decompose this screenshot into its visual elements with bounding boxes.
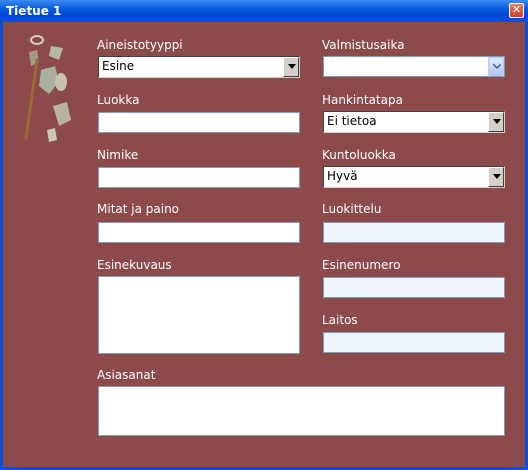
nimike-input[interactable] <box>98 167 300 188</box>
record-window: Tietue 1 ✕ Aineistotyyppi Esine Luokka N… <box>0 0 528 470</box>
luokittelu-input[interactable] <box>323 222 505 243</box>
close-button[interactable]: ✕ <box>509 3 524 18</box>
aineistotyyppi-dropdown-button[interactable] <box>283 57 299 77</box>
nimike-label: Nimike <box>97 148 139 162</box>
valmistusaika-label: Valmistusaika <box>322 38 405 52</box>
mitat-label: Mitat ja paino <box>97 202 180 216</box>
hankintatapa-select[interactable]: Ei tietoa <box>323 111 505 133</box>
esinekuvaus-label: Esinekuvaus <box>97 258 172 272</box>
title-bar[interactable]: Tietue 1 ✕ <box>0 0 528 22</box>
asiasanat-label: Asiasanat <box>97 368 156 382</box>
hankintatapa-value: Ei tietoa <box>327 114 377 128</box>
valmistusaika-select[interactable] <box>323 56 505 77</box>
close-icon: ✕ <box>511 3 522 16</box>
chevron-down-icon <box>493 64 501 69</box>
kuntoluokka-dropdown-button[interactable] <box>488 167 504 187</box>
laitos-input[interactable] <box>323 332 505 353</box>
chevron-down-icon <box>493 174 501 179</box>
window-title: Tietue 1 <box>6 4 62 18</box>
hankintatapa-dropdown-button[interactable] <box>488 112 504 132</box>
artifacts-illustration-icon <box>24 35 71 142</box>
esinenumero-input[interactable] <box>323 277 505 298</box>
chevron-down-icon <box>288 64 296 69</box>
luokka-label: Luokka <box>97 93 140 107</box>
luokka-input[interactable] <box>98 112 300 133</box>
aineistotyyppi-select[interactable]: Esine <box>98 56 300 78</box>
mitat-input[interactable] <box>98 222 300 243</box>
hankintatapa-label: Hankintatapa <box>322 93 403 107</box>
aineistotyyppi-label: Aineistotyyppi <box>97 38 183 52</box>
asiasanat-textarea[interactable] <box>98 386 505 436</box>
luokittelu-label: Luokittelu <box>322 202 382 216</box>
esinenumero-label: Esinenumero <box>322 258 401 272</box>
laitos-label: Laitos <box>322 313 358 327</box>
chevron-down-icon <box>493 119 501 124</box>
aineistotyyppi-value: Esine <box>102 59 135 73</box>
kuntoluokka-select[interactable]: Hyvä <box>323 166 505 188</box>
kuntoluokka-label: Kuntoluokka <box>322 148 396 162</box>
valmistusaika-dropdown-button[interactable] <box>488 57 504 76</box>
esinekuvaus-textarea[interactable] <box>98 276 300 354</box>
kuntoluokka-value: Hyvä <box>327 169 358 183</box>
